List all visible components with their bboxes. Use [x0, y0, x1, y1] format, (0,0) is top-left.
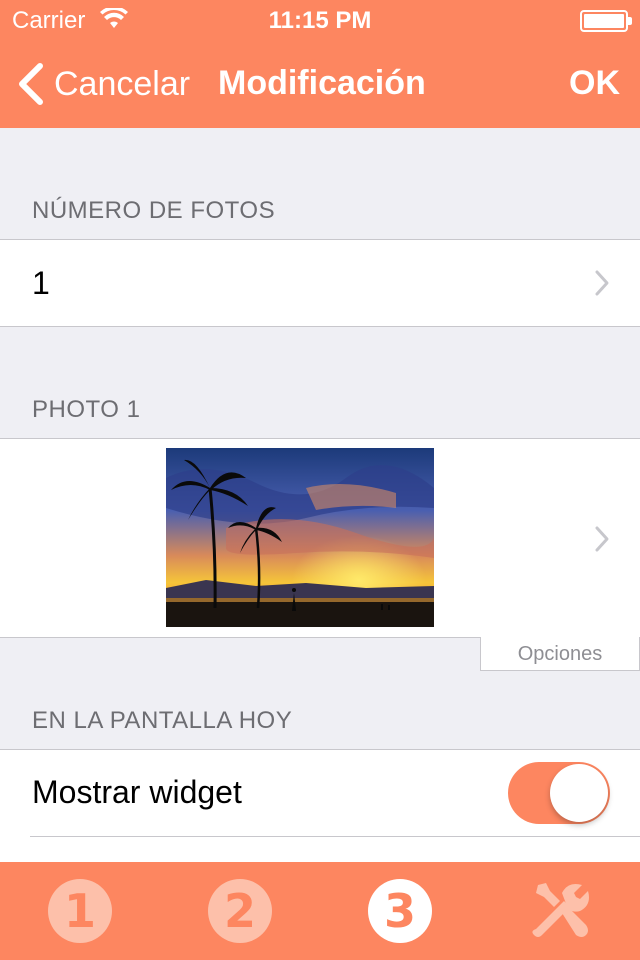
section-header-photo-count: NÚMERO DE FOTOS: [32, 197, 276, 224]
tab-1[interactable]: 1: [48, 879, 112, 943]
tools-icon: [532, 883, 589, 937]
tab-bar: 1 2 3: [0, 862, 640, 960]
ok-button[interactable]: OK: [569, 64, 620, 103]
tab-2[interactable]: 2: [208, 879, 272, 943]
photo-count-value: 1: [32, 265, 50, 301]
toggle-knob: [550, 764, 608, 822]
chevron-left-icon: [19, 63, 43, 105]
section-header-photo1: PHOTO 1: [32, 396, 141, 423]
photo-thumbnail: [166, 448, 434, 627]
navigation-bar: Cancelar Modificación OK: [0, 40, 640, 128]
tab-1-label: 1: [48, 879, 112, 943]
chevron-right-icon: [595, 526, 609, 552]
cancel-label: Cancelar: [54, 64, 191, 103]
show-widget-toggle[interactable]: [508, 762, 610, 824]
section-header-today: EN LA PANTALLA HOY: [32, 707, 293, 734]
tab-2-label: 2: [208, 879, 272, 943]
tab-settings[interactable]: [528, 879, 592, 943]
cancel-button[interactable]: Cancelar: [14, 60, 190, 108]
cell-separator: [30, 836, 640, 837]
tab-3-label: 3: [368, 879, 432, 943]
battery-icon: [580, 10, 632, 32]
photo-count-cell[interactable]: 1: [0, 239, 640, 327]
page-title: Modificación: [218, 64, 426, 102]
photo1-cell[interactable]: [0, 438, 640, 638]
show-widget-cell: Mostrar widget: [0, 749, 640, 862]
options-button[interactable]: Opciones: [480, 637, 640, 671]
status-time: 11:15 PM: [268, 7, 372, 34]
chevron-right-icon: [595, 270, 609, 296]
tab-3[interactable]: 3: [368, 879, 432, 943]
top-bar: Carrier 11:15 PM Cancelar Modificación O…: [0, 0, 640, 128]
status-bar: Carrier 11:15 PM: [0, 0, 640, 40]
show-widget-label: Mostrar widget: [32, 774, 242, 810]
